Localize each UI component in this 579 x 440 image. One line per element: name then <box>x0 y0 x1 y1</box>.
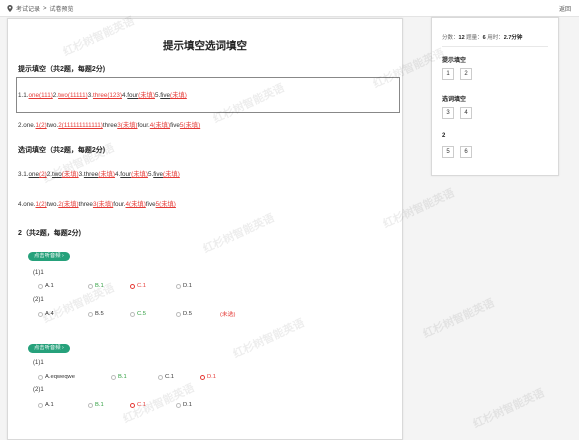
question-line-4: 4.one.1(2)two.2(未填)three3(未填)four.4(未填)f… <box>18 201 176 208</box>
radio-icon <box>38 283 43 289</box>
radio-icon <box>176 402 181 408</box>
unselected-note: (未选) <box>220 312 236 318</box>
question-nav-item[interactable]: 1 <box>442 68 454 80</box>
radio-icon <box>88 402 93 408</box>
question-line-3: 3.1.one(2)2.two(未填)3.three(未填)4.four(未填)… <box>18 171 180 178</box>
play-audio-button[interactable]: 点击听音频 › <box>28 252 70 261</box>
watermark: 红杉树智能英语 <box>471 387 547 431</box>
option-d[interactable]: D.1 <box>176 283 192 289</box>
option-c[interactable]: C.1 <box>158 374 174 380</box>
page-title: 提示填空选词填空 <box>163 40 247 52</box>
play-audio-button[interactable]: 点击听音频 › <box>28 344 70 353</box>
option-a[interactable]: A.1 <box>38 283 54 289</box>
option-c[interactable]: C.1 <box>130 283 146 289</box>
option-a[interactable]: A.4 <box>38 311 54 317</box>
watermark: 红杉树智能英语 <box>421 297 497 341</box>
question-line-1: 1.1.one(111)2.two(11111)3.three(123)4.fo… <box>18 92 187 99</box>
radio-icon <box>38 374 43 380</box>
radio-icon <box>88 283 93 289</box>
option-a[interactable]: A.eqweqwe <box>38 374 75 380</box>
radio-icon <box>130 311 135 317</box>
option-b[interactable]: B.1 <box>88 283 104 289</box>
group-title: 2 <box>442 133 446 139</box>
option-b[interactable]: B.5 <box>88 311 104 317</box>
breadcrumb-parent[interactable]: 考试记录 <box>16 4 40 13</box>
question-label: (1)1 <box>33 360 44 366</box>
radio-icon <box>176 311 181 317</box>
radio-icon <box>38 311 43 317</box>
breadcrumb-separator: > <box>43 5 47 12</box>
section-heading-hint-fill: 提示填空（共2题，每题2分) <box>18 66 106 73</box>
radio-icon <box>200 374 205 380</box>
option-a[interactable]: A.1 <box>38 402 54 408</box>
group-title: 提示填空 <box>442 58 467 64</box>
question-nav-item[interactable]: 2 <box>460 68 472 80</box>
back-button[interactable]: 返回 <box>559 4 571 13</box>
top-bar: 考试记录 > 试卷预览 返回 <box>0 0 579 17</box>
option-d[interactable]: D.5 <box>176 311 192 317</box>
question-nav-item[interactable]: 4 <box>460 107 472 119</box>
breadcrumb: 考试记录 > 试卷预览 <box>7 4 74 13</box>
radio-icon <box>88 311 93 317</box>
section-heading-word-choice: 选词填空（共2题，每题2分) <box>18 147 106 154</box>
question-label: (2)1 <box>33 297 44 303</box>
radio-icon <box>130 283 135 289</box>
section-heading-listening: 2（共2题，每题2分) <box>18 230 82 237</box>
answer-card-panel: 分数：12 题量：6 用时：2.7分钟 提示填空 1 2 选词填空 3 4 2 … <box>431 17 559 176</box>
option-c[interactable]: C.1 <box>130 402 146 408</box>
radio-icon <box>130 402 135 408</box>
breadcrumb-current: 试卷预览 <box>49 7 74 13</box>
option-b[interactable]: B.1 <box>111 374 127 380</box>
location-pin-icon <box>7 5 13 12</box>
radio-icon <box>111 374 116 380</box>
question-label: (1)1 <box>33 270 44 276</box>
question-label: (2)1 <box>33 387 44 393</box>
radio-icon <box>176 283 181 289</box>
radio-icon <box>158 374 163 380</box>
option-b[interactable]: B.1 <box>88 402 104 408</box>
question-nav-item[interactable]: 6 <box>460 146 472 158</box>
group-title: 选词填空 <box>442 97 467 103</box>
question-nav-item[interactable]: 5 <box>442 146 454 158</box>
option-c[interactable]: C.5 <box>130 311 146 317</box>
question-nav-item[interactable]: 3 <box>442 107 454 119</box>
option-d[interactable]: D.1 <box>200 374 216 380</box>
question-line-2: 2.one.1(2)two.2(111111111111)three3(未填)f… <box>18 122 201 129</box>
exam-paper: 提示填空选词填空 提示填空（共2题，每题2分) 1.1.one(111)2.tw… <box>7 18 403 440</box>
divider <box>442 46 548 47</box>
summary-stats: 分数：12 题量：6 用时：2.7分钟 <box>442 35 523 41</box>
radio-icon <box>38 402 43 408</box>
option-d[interactable]: D.1 <box>176 402 192 408</box>
